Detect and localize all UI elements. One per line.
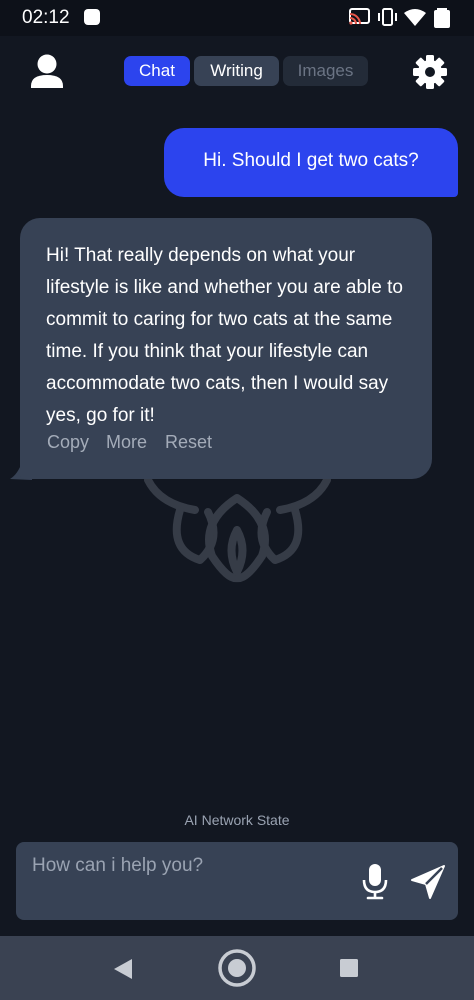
user-message-text: Hi. Should I get two cats?: [203, 150, 419, 171]
composer: [16, 842, 458, 920]
status-icons: [349, 8, 450, 28]
user-message-bubble: Hi. Should I get two cats?: [164, 128, 458, 197]
cast-icon: [349, 8, 370, 25]
gear-icon: [413, 55, 447, 89]
bot-message-text: Hi! That really depends on what your lif…: [46, 245, 403, 426]
network-state-label: AI Network State: [184, 812, 290, 828]
home-icon[interactable]: [216, 947, 258, 989]
copy-button[interactable]: Copy: [47, 432, 89, 453]
microphone-icon: [362, 864, 388, 900]
message-input[interactable]: [32, 852, 352, 880]
wifi-icon: [404, 9, 426, 26]
user-icon: [31, 54, 63, 88]
tab-writing[interactable]: Writing: [194, 56, 279, 86]
microphone-button[interactable]: [360, 862, 390, 902]
recents-icon[interactable]: [339, 958, 359, 978]
tab-chat[interactable]: Chat: [124, 56, 190, 86]
tab-images[interactable]: Images: [283, 56, 368, 86]
notification-icon: [84, 9, 100, 25]
reset-button[interactable]: Reset: [165, 432, 212, 453]
settings-button[interactable]: [410, 52, 450, 92]
vibrate-icon: [378, 8, 397, 26]
profile-button[interactable]: [28, 52, 66, 92]
battery-icon: [434, 8, 450, 28]
status-bar: 02:12: [0, 0, 474, 36]
bot-message-bubble: Hi! That really depends on what your lif…: [20, 218, 432, 479]
back-icon[interactable]: [110, 956, 136, 982]
status-time: 02:12: [22, 7, 70, 28]
system-navigation-bar: [0, 936, 474, 1000]
send-icon: [411, 865, 445, 899]
send-button[interactable]: [408, 862, 448, 902]
more-button[interactable]: More: [106, 432, 147, 453]
